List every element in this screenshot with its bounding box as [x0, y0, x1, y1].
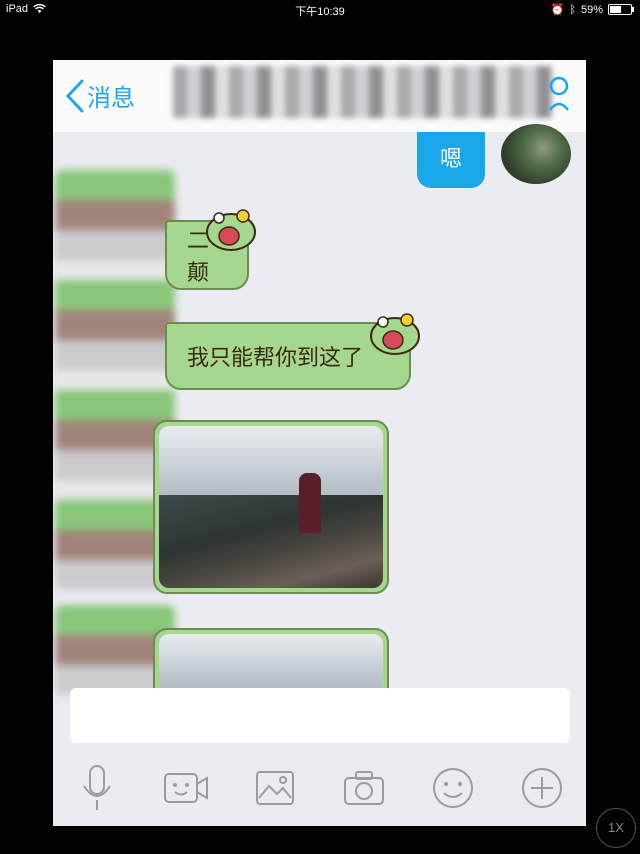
message-text: 我只能帮你到这了: [187, 346, 364, 371]
alarm-icon: ⏰: [550, 4, 565, 16]
image-icon[interactable]: [252, 765, 298, 811]
blurred-chat-title: [173, 66, 553, 118]
input-toolbar: [53, 750, 586, 826]
photo-mountain: [159, 494, 383, 588]
battery-fill: [610, 6, 621, 13]
status-bar: iPad 下午10:39 ⏰ ᛒ 59%: [0, 0, 640, 20]
back-label: 消息: [87, 84, 135, 112]
battery-percent: 59%: [580, 3, 603, 16]
status-time: 下午10:39: [295, 6, 345, 18]
zoom-button[interactable]: 1X: [596, 808, 636, 848]
chevron-left-icon: [65, 79, 84, 112]
back-button[interactable]: 消息: [65, 78, 135, 113]
nav-bar: 消息: [53, 60, 586, 132]
video-icon[interactable]: [163, 765, 209, 811]
plus-icon[interactable]: [519, 765, 565, 811]
battery-icon: [608, 4, 634, 15]
emoji-icon[interactable]: [430, 765, 476, 811]
my-avatar[interactable]: [501, 124, 571, 184]
message-input[interactable]: [70, 688, 570, 743]
camera-icon[interactable]: [341, 765, 387, 811]
photo-person: [298, 473, 321, 533]
bluetooth-icon: ᛒ: [569, 3, 576, 16]
dinosaur-sticker-icon: [370, 313, 420, 355]
received-photo-message[interactable]: [153, 420, 389, 594]
profile-icon[interactable]: [548, 74, 570, 118]
sent-message-bubble[interactable]: 嗯: [417, 132, 485, 188]
chat-screen: 消息 嗯 二颠 我只能帮你到这了: [53, 60, 586, 826]
dinosaur-sticker-icon: [206, 209, 256, 251]
microphone-icon[interactable]: [74, 765, 120, 811]
